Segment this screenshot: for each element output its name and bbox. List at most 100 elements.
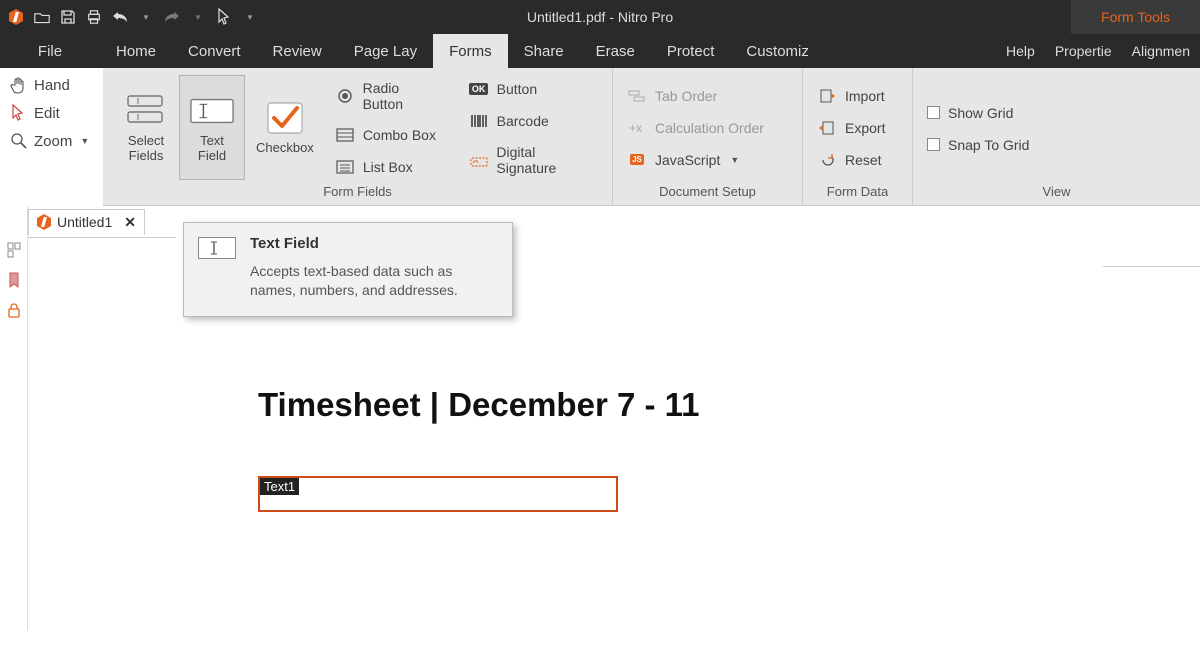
text-field-tooltip: Text Field Accepts text-based data such … <box>183 222 513 317</box>
reset-label: Reset <box>845 152 882 168</box>
document-tab[interactable]: Untitled1 ✕ <box>28 209 145 235</box>
checkbox-icon <box>263 99 307 137</box>
undo-icon[interactable] <box>112 9 128 25</box>
save-icon[interactable] <box>60 9 76 25</box>
app-logo <box>8 9 24 25</box>
text-field-label: Text Field <box>198 134 226 163</box>
pdf-page: Timesheet | December 7 - 11 Text1 <box>153 266 1103 666</box>
tooltip-description: Accepts text-based data such as names, n… <box>250 262 498 300</box>
security-icon[interactable] <box>6 302 22 318</box>
combo-box-button[interactable]: Combo Box <box>331 124 447 146</box>
ok-button-icon: OK <box>469 80 489 98</box>
zoom-tool[interactable]: Zoom ▼ <box>10 132 93 150</box>
import-label: Import <box>845 88 885 104</box>
checkbox-icon <box>927 138 940 151</box>
menu-page-layout[interactable]: Page Lay <box>338 34 433 68</box>
group-view-label: View <box>923 180 1190 205</box>
snap-to-grid-toggle[interactable]: Snap To Grid <box>923 135 1033 155</box>
menu-alignment[interactable]: Alignmen <box>1122 34 1200 68</box>
close-tab-button[interactable]: ✕ <box>124 214 136 231</box>
export-button[interactable]: Export <box>813 117 902 139</box>
menu-review[interactable]: Review <box>257 34 338 68</box>
calculation-order-button[interactable]: +x Calculation Order <box>623 117 792 139</box>
javascript-button[interactable]: JS JavaScript ▼ <box>623 149 792 171</box>
digital-signature-label: Digital Signature <box>496 144 598 176</box>
forms-ribbon: Select Fields Text Field Checkbox <box>103 68 1200 206</box>
radio-button-label: Radio Button <box>363 80 443 112</box>
text-field-icon <box>198 237 236 259</box>
group-form-fields-label: Form Fields <box>113 180 602 205</box>
field-name-badge: Text1 <box>260 478 299 495</box>
hand-label: Hand <box>34 77 70 94</box>
tab-order-button[interactable]: Tab Order <box>623 85 792 107</box>
zoom-icon <box>10 132 28 150</box>
javascript-icon: JS <box>627 151 647 169</box>
list-box-button[interactable]: List Box <box>331 156 447 178</box>
svg-text:+x: +x <box>629 121 642 135</box>
export-icon <box>817 119 837 137</box>
menu-erase[interactable]: Erase <box>580 34 651 68</box>
chevron-down-icon: ▼ <box>80 136 89 146</box>
tooltip-title: Text Field <box>250 235 498 252</box>
menu-share[interactable]: Share <box>508 34 580 68</box>
barcode-label: Barcode <box>497 113 549 129</box>
combo-box-label: Combo Box <box>363 127 436 143</box>
button-label: Button <box>497 81 537 97</box>
titlebar: ▼ ▼ ▼ Untitled1.pdf - Nitro Pro Form Too… <box>0 0 1200 34</box>
digital-signature-button[interactable]: Digital Signature <box>465 142 602 178</box>
edit-cursor-icon <box>10 104 28 122</box>
snap-to-grid-label: Snap To Grid <box>948 137 1029 153</box>
signature-icon <box>469 151 489 169</box>
menu-home[interactable]: Home <box>100 34 172 68</box>
pdf-icon <box>37 214 51 230</box>
cursor-select-icon[interactable] <box>216 9 232 25</box>
menu-protect[interactable]: Protect <box>651 34 731 68</box>
barcode-icon <box>469 112 489 130</box>
menu-customize[interactable]: Customiz <box>730 34 825 68</box>
menubar: File Home Convert Review Page Lay Forms … <box>0 34 1200 68</box>
menu-properties[interactable]: Propertie <box>1045 34 1122 68</box>
tab-order-icon <box>627 87 647 105</box>
redo-icon[interactable] <box>164 9 180 25</box>
checkbox-button[interactable]: Checkbox <box>245 75 325 180</box>
tab-order-label: Tab Order <box>655 88 717 104</box>
redo-dropdown-icon[interactable]: ▼ <box>190 9 206 25</box>
text-field-button[interactable]: Text Field <box>179 75 245 180</box>
undo-dropdown-icon[interactable]: ▼ <box>138 9 154 25</box>
open-icon[interactable] <box>34 9 50 25</box>
barcode-button[interactable]: Barcode <box>465 110 602 132</box>
menu-forms[interactable]: Forms <box>433 34 508 68</box>
button-button[interactable]: OK Button <box>465 78 602 100</box>
cursor-dropdown-icon[interactable]: ▼ <box>242 9 258 25</box>
import-button[interactable]: Import <box>813 85 902 107</box>
radio-icon <box>335 87 355 105</box>
text-field-icon <box>190 92 234 130</box>
import-icon <box>817 87 837 105</box>
radio-button-button[interactable]: Radio Button <box>331 78 447 114</box>
menu-convert[interactable]: Convert <box>172 34 257 68</box>
javascript-label: JavaScript <box>655 152 720 168</box>
bookmarks-icon[interactable] <box>6 272 22 288</box>
document-tab-bar: Untitled1 ✕ <box>28 206 176 238</box>
edit-label: Edit <box>34 105 60 122</box>
combo-box-icon <box>335 126 355 144</box>
select-fields-label: Select Fields <box>128 134 164 163</box>
form-tools-contextual-tab[interactable]: Form Tools <box>1071 0 1200 34</box>
text-field-instance[interactable]: Text1 <box>258 476 618 512</box>
menu-help[interactable]: Help <box>996 34 1045 68</box>
checkbox-icon <box>927 106 940 119</box>
select-fields-icon <box>124 92 168 130</box>
document-tab-name: Untitled1 <box>57 214 112 230</box>
print-icon[interactable] <box>86 9 102 25</box>
edit-tool[interactable]: Edit <box>10 104 93 122</box>
export-label: Export <box>845 120 885 136</box>
show-grid-label: Show Grid <box>948 105 1013 121</box>
select-fields-button[interactable]: Select Fields <box>113 75 179 180</box>
menu-file[interactable]: File <box>0 34 100 68</box>
zoom-label: Zoom <box>34 133 72 150</box>
reset-icon <box>817 151 837 169</box>
reset-button[interactable]: Reset <box>813 149 902 171</box>
show-grid-toggle[interactable]: Show Grid <box>923 103 1033 123</box>
hand-tool[interactable]: Hand <box>10 76 93 94</box>
thumbnails-icon[interactable] <box>6 242 22 258</box>
